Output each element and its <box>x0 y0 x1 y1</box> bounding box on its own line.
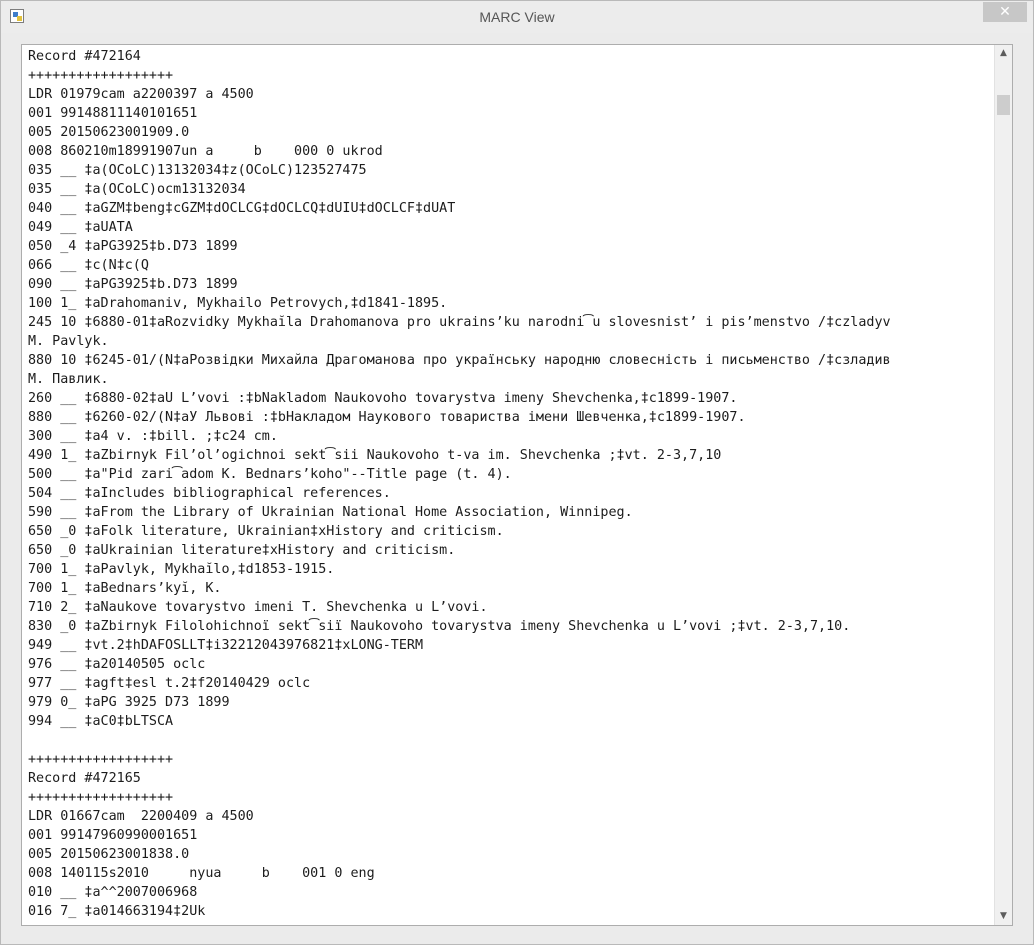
marc-text-line: 994 __ ‡aC0‡bLTSCA <box>28 714 174 729</box>
scrollbar-thumb[interactable] <box>997 95 1010 115</box>
marc-text-line: 008 860210m18991907un a b 000 0 ukrod <box>28 144 383 159</box>
marc-text-line: 049 __ ‡aUATA <box>28 220 133 235</box>
marc-text-line: Record #472164 <box>28 49 141 64</box>
window-title: MARC View <box>479 9 555 25</box>
marc-text-line: 650 _0 ‡aFolk literature, Ukrainian‡xHis… <box>28 524 504 539</box>
marc-text-line: 100 1_ ‡aDrahomaniv, Mykhailo Petrovych,… <box>28 296 448 311</box>
marc-text-area[interactable]: Record #472164 ++++++++++++++++++ LDR 0197… <box>22 45 994 925</box>
marc-text-line: 005 20150623001838.0 <box>28 847 190 862</box>
marc-text-line: 590 __ ‡aFrom the Library of Ukrainian N… <box>28 505 633 520</box>
scroll-up-arrow-icon[interactable]: ▲ <box>995 45 1012 62</box>
marc-text-line <box>28 731 994 750</box>
marc-text-line: ++++++++++++++++++ <box>28 68 174 83</box>
marc-text-line: 001 99147960990001651 <box>28 828 198 843</box>
marc-text-line: 050 _4 ‡aPG3925‡b.D73 1899 <box>28 239 238 254</box>
marc-text-line: 260 __ ‡6880-02‡aU L’vovi :‡bNakladom Na… <box>28 391 738 406</box>
vertical-scrollbar[interactable]: ▲ ▼ <box>994 45 1012 925</box>
marc-text-line: 490 1_ ‡aZbirnyk Fil’ol’ogichnoi sekt͡si… <box>28 448 722 463</box>
marc-text-line: 016 7_ ‡a014663194‡2Uk <box>28 904 206 919</box>
marc-text-line: 880 10 ‡6245-01/(N‡aРозвідки Михайла Дра… <box>28 353 891 368</box>
marc-text-line: 500 __ ‡a"Pid zari͡adom K. Bednars’koho"… <box>28 467 512 482</box>
close-icon: ✕ <box>999 4 1011 20</box>
marc-text-line: 700 1_ ‡aBednars’kyĭ, K. <box>28 581 222 596</box>
marc-text-line: 300 __ ‡a4 v. :‡bill. ;‡c24 cm. <box>28 429 278 444</box>
marc-text-line: 650 _0 ‡aUkrainian literature‡xHistory a… <box>28 543 456 558</box>
marc-text-line: 066 __ ‡c(N‡c(Q <box>28 258 149 273</box>
marc-text-line: 090 __ ‡aPG3925‡b.D73 1899 <box>28 277 238 292</box>
marc-text-line: М. Павлик. <box>28 372 109 387</box>
marc-text-line: 504 __ ‡aIncludes bibliographical refere… <box>28 486 391 501</box>
marc-text-line: LDR 01667cam 2200409 a 4500 <box>28 809 254 824</box>
marc-text-line: Record #472165 <box>28 771 141 786</box>
marc-text-line: 880 __ ‡6260-02/(N‡aУ Львові :‡bНакладом… <box>28 410 746 425</box>
marc-text-line: 035 __ ‡a(OCoLC)13132034‡z(OCoLC)1235274… <box>28 163 367 178</box>
marc-record-viewer[interactable]: Record #472164 ++++++++++++++++++ LDR 0197… <box>21 44 1013 926</box>
marc-text-line: 830 _0 ‡aZbirnyk Filolohichnoï sekt͡siï … <box>28 619 851 634</box>
marc-text-line: 700 1_ ‡aPavlyk, Mykhaĭlo,‡d1853-1915. <box>28 562 335 577</box>
marc-text-line: 010 __ ‡a^^2007006968 <box>28 885 198 900</box>
marc-text-line: LDR 01979cam a2200397 a 4500 <box>28 87 254 102</box>
marc-text-line: ++++++++++++++++++ <box>28 752 174 767</box>
marc-text-line: 245 10 ‡6880-01‡aRozvidky Mykhaĭla Draho… <box>28 315 891 330</box>
title-bar[interactable]: MARC View ✕ <box>1 1 1033 33</box>
marc-text-line: 008 140115s2010 nyua b 001 0 eng <box>28 866 375 881</box>
marc-view-window: MARC View ✕ Record #472164 ++++++++++++++… <box>0 0 1034 945</box>
marc-text-line: 040 __ ‡aGZM‡beng‡cGZM‡dOCLCG‡dOCLCQ‡dUI… <box>28 201 456 216</box>
close-button[interactable]: ✕ <box>983 2 1027 22</box>
marc-text-line: 979 0_ ‡aPG 3925 D73 1899 <box>28 695 230 710</box>
marc-text-line: 977 __ ‡agft‡esl t.2‡f20140429 oclc <box>28 676 311 691</box>
marc-text-line: 035 __ ‡a(OCoLC)ocm13132034 <box>28 182 246 197</box>
marc-text-line: 710 2_ ‡aNaukove tovarystvo imeni T. She… <box>28 600 488 615</box>
marc-text-line: 976 __ ‡a20140505 oclc <box>28 657 206 672</box>
scroll-down-arrow-icon[interactable]: ▼ <box>995 908 1012 925</box>
marc-text-line: 949 __ ‡vt.2‡hDAFOSLLT‡i32212043976821‡x… <box>28 638 424 653</box>
marc-text-line: 001 99148811140101651 <box>28 106 198 121</box>
marc-text-line: ++++++++++++++++++ <box>28 790 174 805</box>
marc-text-line: 005 20150623001909.0 <box>28 125 190 140</box>
marc-text-line: M. Pavlyk. <box>28 334 109 349</box>
